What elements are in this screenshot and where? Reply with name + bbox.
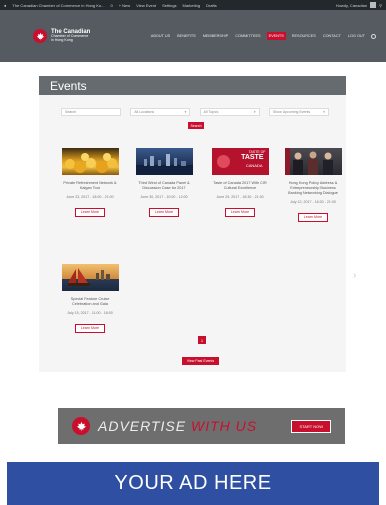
event-date: July 15, 2017 - 11:00 - 18:00 — [67, 311, 113, 316]
search-icon[interactable] — [371, 33, 376, 39]
event-title[interactable]: Hong Kong Policy Address & Entrepreneurs… — [282, 181, 344, 196]
events-panel: Events Search All Locations ▾ All Topics… — [39, 76, 346, 372]
nav-log-out[interactable]: Log Out — [347, 33, 366, 39]
learn-more-button[interactable]: Learn More — [75, 208, 105, 218]
learn-more-button[interactable]: Learn More — [298, 213, 328, 223]
event-filters: Search All Locations ▾ All Topics ▾ Show… — [61, 108, 329, 116]
event-date: June 29, 2017 - 18:30 - 21:30 — [216, 195, 264, 200]
site-logo[interactable]: The Canadian Chamber of Commerce in Hong… — [33, 29, 133, 43]
admin-marketing-link[interactable]: Marketing — [183, 3, 201, 8]
admin-comments-link[interactable]: 0 — [110, 3, 112, 8]
logo-subtitle-2: in Hong Kong — [51, 38, 73, 43]
avatar[interactable] — [370, 2, 377, 8]
maple-leaf-icon — [216, 155, 230, 168]
advertise-headline: ADVERTISE WITH US — [98, 418, 257, 434]
event-card: Private Refreshment Network & Kalgan Tou… — [59, 148, 121, 218]
event-card: Third Wind of Canada Panel & Discussion … — [133, 148, 195, 218]
event-card: Hong Kong Policy Address & Entrepreneurs… — [282, 148, 344, 223]
event-title[interactable]: Private Refreshment Network & Kalgan Tou… — [59, 181, 121, 191]
learn-more-button[interactable]: Learn More — [75, 324, 105, 334]
event-title[interactable]: Third Wind of Canada Panel & Discussion … — [133, 181, 195, 191]
learn-more-button[interactable]: Learn More — [149, 208, 179, 218]
learn-more-button[interactable]: Learn More — [225, 208, 255, 218]
nav-contact[interactable]: Contact — [322, 33, 342, 39]
nav-resources[interactable]: Resources — [291, 33, 317, 39]
event-thumbnail[interactable] — [61, 148, 119, 175]
event-date: July 12, 2017 - 18:30 - 21:00 — [290, 200, 336, 205]
event-card: Special Feature Cruise Celebration and G… — [59, 264, 121, 334]
canada-label: CANADA — [245, 163, 263, 168]
location-select[interactable]: All Locations ▾ — [130, 108, 191, 116]
event-thumbnail[interactable] — [284, 148, 342, 175]
main-nav: About Us Benefits Membership Committees … — [150, 32, 376, 40]
search-input[interactable]: Search — [61, 108, 121, 116]
admin-new-link[interactable]: + New — [119, 3, 130, 8]
date-range-select[interactable]: Show Upcoming Events ▾ — [268, 108, 329, 116]
advertise-text-highlight: WITH US — [191, 418, 258, 434]
nav-committees[interactable]: Committees — [234, 33, 261, 39]
advertise-banner[interactable]: ADVERTISE WITH US START NOW — [58, 408, 345, 444]
admin-drafts-link[interactable]: Drafts — [206, 3, 217, 8]
page-title: Events — [39, 76, 346, 95]
event-thumbnail[interactable]: TASTE OF TASTE CANADA — [211, 148, 269, 175]
topic-select[interactable]: All Topics ▾ — [199, 108, 260, 116]
event-card: TASTE OF TASTE CANADA Taste of Canada 20… — [209, 148, 271, 218]
admin-view-event-link[interactable]: View Event — [136, 3, 156, 8]
topic-select-value: All Topics — [203, 110, 219, 114]
nav-about-us[interactable]: About Us — [150, 33, 171, 39]
chevron-down-icon: ▾ — [253, 110, 256, 114]
start-now-button[interactable]: START NOW — [291, 419, 331, 433]
wp-admin-bar: ● The Canadian Chamber of Commerce in Ho… — [0, 0, 386, 10]
admin-user-greeting[interactable]: Howdy, Canadian — [336, 3, 367, 8]
event-title[interactable]: Special Feature Cruise Celebration and G… — [59, 297, 121, 307]
event-date: June 30, 2017 - 10:00 - 12:00 — [140, 195, 188, 200]
taste-label: TASTE — [241, 154, 264, 161]
pagination-page[interactable]: 1 — [198, 336, 206, 344]
nav-events[interactable]: Events — [266, 32, 286, 40]
maple-leaf-icon — [33, 29, 47, 43]
chevron-down-icon: ▾ — [184, 110, 187, 114]
chevron-down-icon: ▾ — [323, 110, 325, 114]
admin-settings-link[interactable]: Settings — [162, 3, 176, 8]
event-thumbnail[interactable] — [135, 148, 193, 175]
wp-logo-icon[interactable]: ● — [4, 3, 6, 8]
site-header: The Canadian Chamber of Commerce in Hong… — [0, 10, 386, 62]
search-icon[interactable]: ⚲ — [379, 3, 382, 8]
nav-benefits[interactable]: Benefits — [176, 33, 197, 39]
maple-leaf-icon — [72, 417, 90, 435]
date-range-select-value: Show Upcoming Events — [272, 110, 311, 114]
search-button[interactable]: Search — [188, 122, 204, 129]
advertise-text: ADVERTISE — [98, 418, 191, 434]
view-past-events-button[interactable]: View Past Events — [182, 357, 219, 365]
admin-site-link[interactable]: The Canadian Chamber of Commerce in Hong… — [12, 3, 104, 8]
nav-membership[interactable]: Membership — [202, 33, 230, 39]
your-ad-here-banner[interactable]: YOUR AD HERE — [7, 462, 379, 505]
chevron-right-icon[interactable]: › — [353, 270, 356, 281]
location-select-value: All Locations — [134, 110, 155, 114]
event-date: June 23, 2017 - 18:00 - 21:00 — [66, 195, 114, 200]
search-input-placeholder: Search — [65, 110, 77, 114]
event-title[interactable]: Taste of Canada 2017 With CIR Cultural E… — [209, 181, 271, 191]
event-thumbnail[interactable] — [61, 264, 119, 291]
